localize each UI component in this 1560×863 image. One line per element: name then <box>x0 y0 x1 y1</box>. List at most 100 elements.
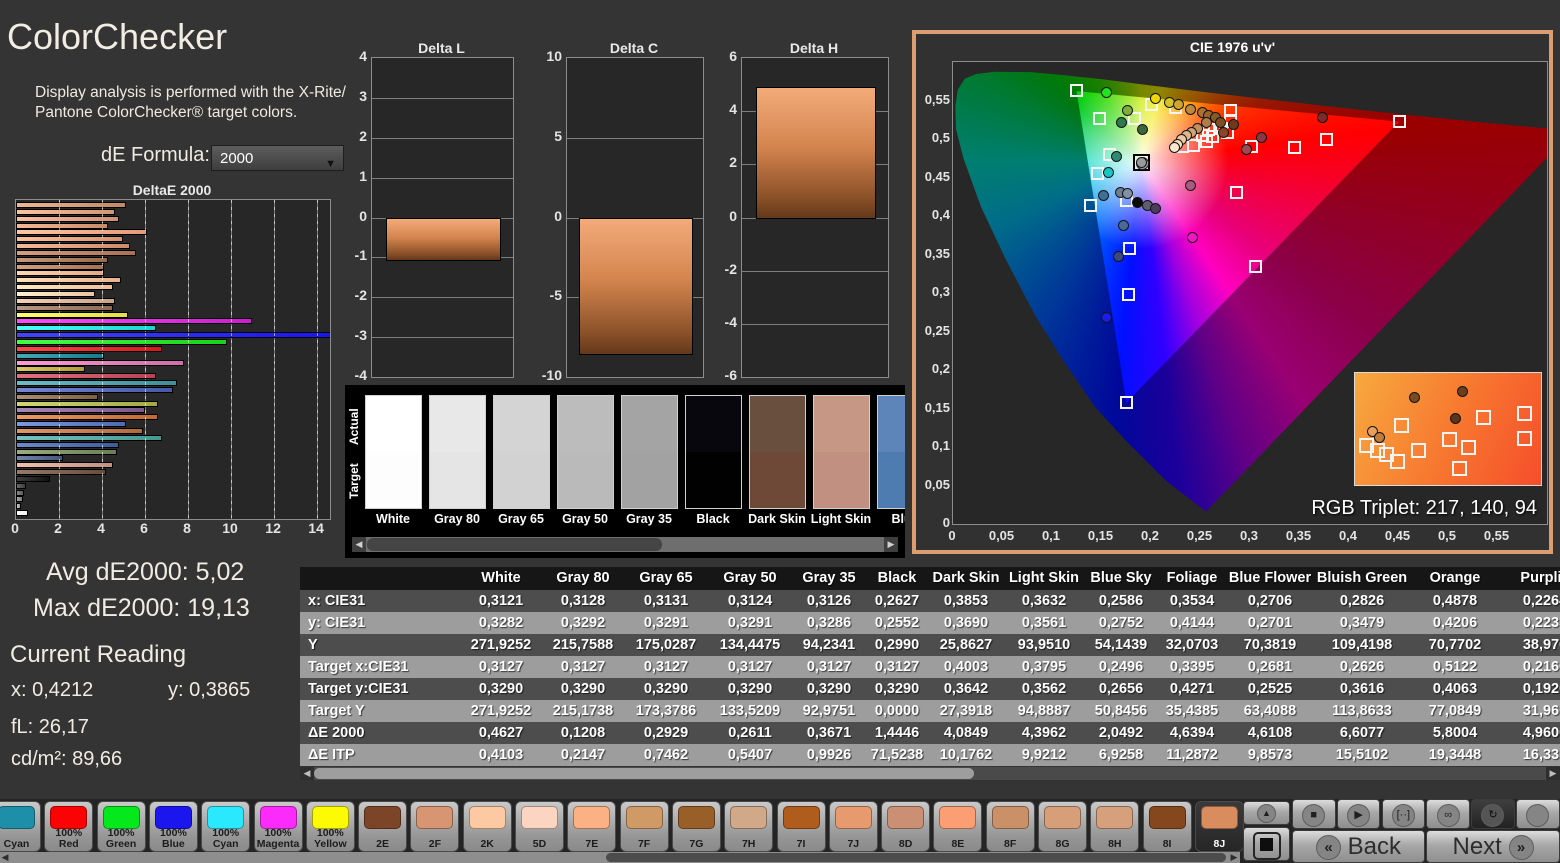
patch-button-2f[interactable]: 2F <box>410 801 460 852</box>
play-button[interactable]: ▶ <box>1336 799 1381 829</box>
table-row: y: CIE31 0,3282 0,3292 0,3291 0,3291 0,3286 0,… <box>300 612 1560 634</box>
refresh-button[interactable]: ↻ <box>1471 799 1515 829</box>
back-chevron-icon: « <box>1315 835 1341 861</box>
table-scroll-thumb[interactable] <box>314 768 974 779</box>
table-cell: 0,2990 <box>874 637 920 653</box>
back-button[interactable]: « Back <box>1292 830 1425 863</box>
patch-button-2k[interactable]: 2K <box>462 801 512 852</box>
dl-tick-label: 4 <box>359 48 367 64</box>
patch-button-2e[interactable]: 2E <box>358 801 408 852</box>
table-cell: 4,6394 <box>1169 725 1215 741</box>
table-cell: 0,4627 <box>478 725 524 741</box>
loop-infinite-icon: ∞ <box>1436 804 1460 827</box>
table-cell: 215,1738 <box>552 703 614 719</box>
deltae-bar <box>16 503 22 510</box>
strip-scrollbar[interactable]: ◀ ▶ <box>352 537 898 552</box>
patch-button-7j[interactable]: 7J <box>828 801 878 852</box>
toolbar-scroll-right-arrow[interactable]: ▶ <box>1228 852 1240 863</box>
patch-color-chip <box>468 806 506 829</box>
patch-button-8j[interactable]: 8J <box>1194 801 1244 852</box>
cie-y-tick-label: 0,5 <box>931 130 950 145</box>
patch-button-100-red[interactable]: 100% Red <box>44 801 94 852</box>
patch-button-7i[interactable]: 7I <box>776 801 826 852</box>
patch-button-100-cyan[interactable]: 100% Cyan <box>201 801 251 852</box>
patch-button-100-blue[interactable]: 100% Blue <box>148 801 198 852</box>
patch-button-100-green[interactable]: 100% Green <box>96 801 146 852</box>
table-cell: 0,3561 <box>1021 615 1067 631</box>
cie-measured-marker <box>1115 116 1127 128</box>
cie-measured-marker <box>1217 126 1229 138</box>
table-cell: 31,961 <box>1522 703 1560 719</box>
patch-label: 100% Magenta <box>256 827 300 850</box>
table-row: ΔE 2000 0,4627 0,1208 0,2929 0,2611 0,3671 1,4… <box>300 722 1560 744</box>
dl-gridline <box>372 137 513 139</box>
cie-target-marker <box>1120 395 1134 409</box>
patch-color-chip <box>364 806 402 829</box>
dc-tick-label: 10 <box>546 48 562 64</box>
inset-measured-marker <box>1408 391 1420 403</box>
cie-measured-marker <box>1240 143 1252 155</box>
stop-button[interactable]: ■ <box>1292 799 1336 829</box>
table-row-label: x: CIE31 <box>308 593 366 609</box>
patch-button-8f[interactable]: 8F <box>985 801 1035 852</box>
deltae-bar <box>16 291 96 298</box>
toolbar-scroll-thumb[interactable] <box>606 853 1226 862</box>
eject-button[interactable]: ▲ <box>1243 801 1290 825</box>
table-scroll-left-arrow[interactable]: ◀ <box>300 767 314 780</box>
patch-label: 7J <box>847 838 860 850</box>
patch-button-7h[interactable]: 7H <box>724 801 774 852</box>
patch-button-7e[interactable]: 7E <box>567 801 617 852</box>
toolbar-scroll-left-arrow[interactable]: ◀ <box>0 852 10 863</box>
table-cell: 0,5407 <box>727 747 773 763</box>
table-cell: 0,9926 <box>806 747 852 763</box>
next-button[interactable]: Next » <box>1426 830 1560 863</box>
cie-y-tick-label: 0,2 <box>931 361 950 376</box>
dh-gridline <box>742 323 888 325</box>
strip-scroll-left-arrow[interactable]: ◀ <box>352 537 366 552</box>
patch-button-8i[interactable]: 8I <box>1142 801 1192 852</box>
dh-tick-label: 6 <box>729 48 737 64</box>
swatch-black <box>685 395 742 509</box>
patch-button-5d[interactable]: 5D <box>515 801 564 852</box>
table-cell: 38,976 <box>1522 637 1560 653</box>
patch-button-100-magenta[interactable]: 100% Magenta <box>253 801 303 852</box>
swatch-label: Gray 35 <box>626 512 672 526</box>
deltae-bar <box>16 482 26 489</box>
table-scrollbar[interactable]: ◀ ▶ <box>300 767 1560 780</box>
table-scroll-right-arrow[interactable]: ▶ <box>1546 767 1560 780</box>
table-cell: 9,9212 <box>1021 747 1067 763</box>
toolbar-scrollbar[interactable]: ◀ ▶ <box>0 852 1240 863</box>
de-formula-dropdown[interactable]: 2000 ▼ <box>211 145 344 171</box>
next-chevron-icon: » <box>1508 835 1534 861</box>
patch-button-8e[interactable]: 8E <box>933 801 983 852</box>
patch-button-8d[interactable]: 8D <box>881 801 931 852</box>
patch-button-8g[interactable]: 8G <box>1038 801 1087 852</box>
patch-button-8h[interactable]: 8H <box>1090 801 1140 852</box>
strip-scroll-thumb[interactable] <box>367 538 662 551</box>
table-cell: 4,3962 <box>1021 725 1067 741</box>
table-cell: 92,9751 <box>802 703 856 719</box>
table-column-header: Orange <box>1429 570 1481 586</box>
patch-button-cyan[interactable]: Cyan <box>0 801 41 852</box>
strip-scroll-right-arrow[interactable]: ▶ <box>884 537 898 552</box>
swatch-target <box>622 452 677 508</box>
patch-button-100-yellow[interactable]: 100% Yellow <box>305 801 355 852</box>
stop-large-button[interactable] <box>1243 827 1290 861</box>
patch-label: 7F <box>637 838 651 850</box>
deltae-bar <box>16 297 115 304</box>
patch-color-chip <box>1148 806 1186 829</box>
patch-button-7g[interactable]: 7G <box>671 801 721 852</box>
step-button[interactable]: [··] <box>1381 799 1426 829</box>
table-row-label: Target x:CIE31 <box>308 659 409 675</box>
table-cell: 0,5122 <box>1432 659 1478 675</box>
swatch-target <box>494 452 549 508</box>
table-cell: 35,4385 <box>1165 703 1219 719</box>
swatch-gray-65 <box>493 395 550 509</box>
record-button[interactable] <box>1516 799 1560 829</box>
table-cell: 5,8004 <box>1432 725 1478 741</box>
deltae-bar <box>16 236 124 243</box>
table-cell: 27,3918 <box>939 703 993 719</box>
loop-infinite-button[interactable]: ∞ <box>1426 799 1470 829</box>
patch-button-7f[interactable]: 7F <box>619 801 669 852</box>
table-cell: 94,8887 <box>1017 703 1071 719</box>
